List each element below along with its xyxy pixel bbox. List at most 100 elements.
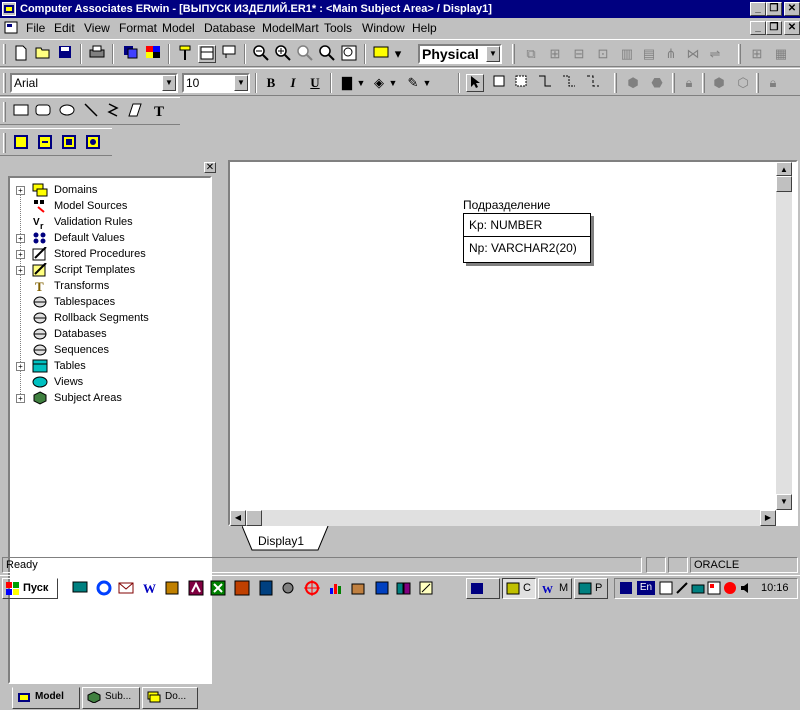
entity-display-icon[interactable] — [198, 45, 216, 63]
entity-name[interactable]: Подразделение — [463, 198, 550, 212]
vertical-scroll-thumb[interactable] — [776, 176, 792, 192]
taskbar-button-paint[interactable]: P — [574, 578, 608, 599]
horizontal-scroll-thumb[interactable] — [246, 510, 262, 526]
report-icon[interactable] — [372, 45, 390, 63]
polygon-tool-icon[interactable] — [126, 103, 144, 121]
scroll-right-icon[interactable]: ▶ — [760, 510, 776, 526]
scroll-left-icon[interactable]: ◀ — [230, 510, 246, 526]
package-icon[interactable] — [350, 580, 367, 596]
doc-restore-button[interactable]: ❐ — [766, 21, 782, 35]
report-dropdown-icon[interactable]: ▾ — [392, 45, 404, 63]
save-icon[interactable] — [56, 45, 74, 63]
menu-tools[interactable]: Tools — [324, 21, 352, 35]
mart-save-icon[interactable] — [60, 134, 78, 152]
tab-domains[interactable]: Do... — [142, 687, 198, 709]
tray-app-icon[interactable] — [619, 581, 633, 595]
print-icon[interactable] — [88, 45, 106, 63]
rounded-rectangle-tool-icon[interactable] — [34, 103, 52, 121]
zoom-out-icon[interactable] — [252, 45, 270, 63]
pointer-icon[interactable] — [466, 74, 484, 92]
word-icon[interactable]: W — [142, 580, 159, 596]
tray-window-icon[interactable] — [659, 581, 673, 595]
menu-format[interactable]: Format — [119, 21, 157, 35]
taskbar-button-erwin[interactable]: C — [502, 578, 536, 599]
expand-icon[interactable]: + — [16, 266, 25, 275]
format-painter-icon[interactable] — [176, 45, 194, 63]
menu-model[interactable]: Model — [162, 21, 195, 35]
toolbar-grip[interactable] — [3, 44, 6, 64]
font-name-select[interactable]: Arial ▼ — [10, 73, 178, 93]
tab-model[interactable]: Model — [12, 687, 80, 709]
polyline-tool-icon[interactable] — [104, 103, 122, 121]
outlook-icon[interactable] — [118, 580, 135, 596]
zoom-page-icon[interactable] — [340, 45, 358, 63]
toolbar-grip[interactable] — [3, 102, 6, 122]
tray-network-icon[interactable] — [691, 581, 705, 595]
ie-icon[interactable] — [96, 580, 113, 596]
nonkey-attribute[interactable]: Np: VARCHAR2(20) — [469, 241, 577, 255]
access-icon[interactable] — [188, 580, 205, 596]
model-tree[interactable]: + Domains Model Sources Vr Validation Rules +… — [8, 176, 212, 684]
tray-pen-icon[interactable] — [675, 581, 689, 595]
menu-window[interactable]: Window — [362, 21, 405, 35]
toolbar-grip[interactable] — [3, 73, 6, 93]
panel-close-icon[interactable]: ✕ — [204, 162, 216, 173]
language-indicator[interactable]: En — [637, 581, 655, 595]
text-color-icon[interactable]: ▇ — [338, 74, 356, 92]
open-folder-icon[interactable] — [34, 45, 52, 63]
toolbar-grip[interactable] — [3, 133, 6, 153]
tab-subject-areas[interactable]: Sub... — [82, 687, 140, 709]
chevron-down-icon[interactable]: ▼ — [162, 75, 176, 91]
line-tool-icon[interactable] — [82, 103, 100, 121]
mart-connect-icon[interactable] — [12, 134, 30, 152]
vertical-scrollbar-track[interactable] — [776, 192, 792, 494]
menu-help[interactable]: Help — [412, 21, 437, 35]
book-icon[interactable] — [374, 580, 391, 596]
tray-volume-icon[interactable] — [739, 581, 753, 595]
doc-minimize-button[interactable]: _ — [750, 21, 766, 35]
expand-icon[interactable]: + — [16, 250, 25, 259]
line-color-icon[interactable]: ✎ — [404, 74, 422, 92]
chevron-down-icon[interactable]: ▼ — [356, 74, 366, 92]
toolbar-grip[interactable] — [512, 44, 515, 64]
key-attribute[interactable]: Kp: NUMBER — [469, 218, 542, 232]
app-icon[interactable] — [2, 2, 16, 16]
document-icon[interactable] — [4, 21, 19, 35]
new-file-icon[interactable] — [12, 45, 30, 63]
menu-modelmart[interactable]: ModelMart — [262, 21, 319, 35]
diagram-canvas[interactable]: ▲ ▼ ◀ ▶ Подразделение Kp: NUMBER Np: VAR… — [228, 160, 798, 526]
chevron-down-icon[interactable]: ▼ — [388, 74, 398, 92]
mart-action-icon[interactable] — [84, 134, 102, 152]
target-icon[interactable] — [304, 580, 321, 596]
clock[interactable]: 10:16 — [761, 582, 789, 594]
toolbar-grip[interactable] — [738, 44, 741, 64]
many-to-many-icon[interactable] — [560, 74, 578, 92]
mart-open-icon[interactable] — [36, 134, 54, 152]
expand-icon[interactable]: + — [16, 186, 25, 195]
non-identifying-relationship-icon[interactable] — [584, 74, 602, 92]
powerpoint-icon[interactable] — [234, 580, 251, 596]
chevron-down-icon[interactable]: ▼ — [234, 75, 248, 91]
view-tool-icon[interactable] — [512, 74, 530, 92]
chevron-down-icon[interactable]: ▼ — [422, 74, 432, 92]
entity-tool-icon[interactable] — [490, 74, 508, 92]
tray-antivirus-icon[interactable] — [723, 581, 737, 595]
zoom-fit-icon[interactable] — [318, 45, 336, 63]
menu-view[interactable]: View — [84, 21, 110, 35]
scroll-down-icon[interactable]: ▼ — [776, 494, 792, 510]
fill-color-icon[interactable]: ◈ — [370, 74, 388, 92]
italic-button[interactable]: I — [284, 74, 302, 92]
doc-close-button[interactable]: ✕ — [784, 21, 800, 35]
toolbar-grip[interactable] — [672, 73, 675, 93]
identifying-relationship-icon[interactable] — [536, 74, 554, 92]
toolbar-grip[interactable] — [756, 73, 759, 93]
menu-file[interactable]: File — [26, 21, 45, 35]
toolbar-grip[interactable] — [702, 73, 705, 93]
tool-icon[interactable] — [280, 580, 297, 596]
model-type-select[interactable]: Physical ▼ — [418, 44, 502, 64]
title-bar[interactable]: Computer Associates ERwin - [ВЫПУСК ИЗДЕ… — [0, 0, 800, 18]
tray-scheduler-icon[interactable] — [707, 581, 721, 595]
ellipse-tool-icon[interactable] — [58, 103, 76, 121]
bold-button[interactable]: B — [262, 74, 280, 92]
color-icon[interactable] — [144, 45, 162, 63]
